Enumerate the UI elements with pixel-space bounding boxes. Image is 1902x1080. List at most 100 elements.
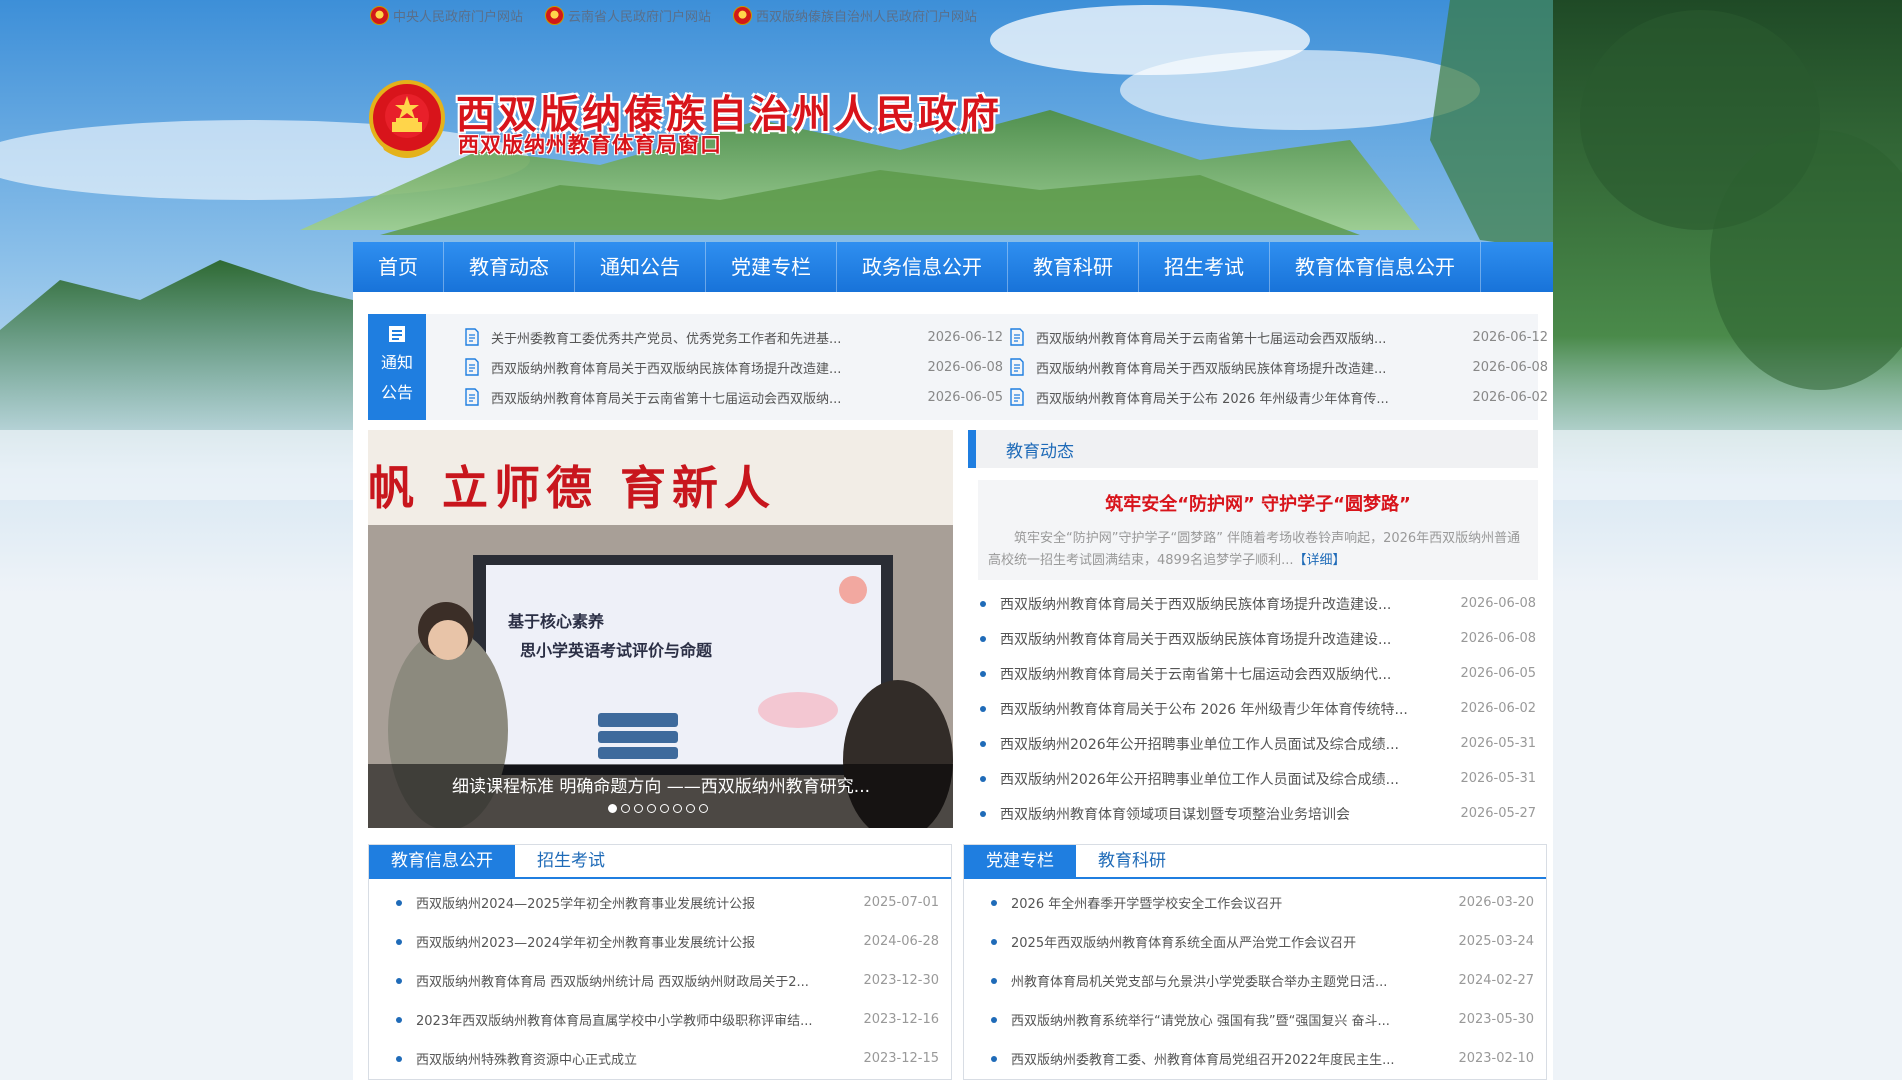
notice-item[interactable]: 西双版纳州教育体育局关于公布 2026 年州级青少年体育传... 2026-06…: [1008, 382, 1548, 412]
list-item-title: 西双版纳州教育系统举行“请党放心 强国有我”暨“强国复兴 奋斗...: [1011, 1014, 1390, 1029]
notice-item[interactable]: 关于州委教育工委优秀共产党员、优秀党务工作者和先进基... 2026-06-12: [463, 322, 1003, 352]
notice-tag-label: 通知公告: [380, 353, 413, 402]
news-item[interactable]: 西双版纳州教育体育局关于公布 2026 年州级青少年体育传统特... 2026-0…: [968, 691, 1538, 726]
list-item[interactable]: 西双版纳州教育系统举行“请党放心 强国有我”暨“强国复兴 奋斗... 2023-0…: [964, 1000, 1546, 1039]
list-item-title: 西双版纳州教育体育局 西双版纳州统计局 西双版纳州财政局关于2...: [416, 975, 809, 990]
main-nav: 首页 教育动态 通知公告 党建专栏 政务信息公开 教育科研 招生考试 教育体育信…: [353, 242, 1553, 292]
tab-admissions[interactable]: 招生考试: [515, 845, 627, 877]
news-item[interactable]: 西双版纳州教育体育局关于云南省第十七届运动会西双版纳代... 2026-06-05: [968, 656, 1538, 691]
news-item[interactable]: 西双版纳州2026年公开招聘事业单位工作人员面试及综合成绩... 2026-05-…: [968, 761, 1538, 796]
notice-date: 2026-06-08: [1472, 359, 1548, 375]
notice-date: 2026-06-08: [927, 359, 1003, 375]
top-link-label: 中央人民政府门户网站: [393, 10, 524, 25]
news-item[interactable]: 西双版纳州教育体育局关于西双版纳民族体育场提升改造建设... 2026-06-08: [968, 621, 1538, 656]
slide-dot[interactable]: [660, 804, 669, 813]
news-header-label[interactable]: 教育动态: [1006, 437, 1074, 462]
news-title: 西双版纳州教育体育局关于西双版纳民族体育场提升改造建设...: [1000, 631, 1392, 648]
notice-item[interactable]: 西双版纳州教育体育局关于西双版纳民族体育场提升改造建... 2026-06-08: [463, 352, 1003, 382]
photo-slideshow[interactable]: 帆 立师德 育新人 基于核心素养 思小学英语考试评价与命题 细读课程标准 明确命…: [368, 430, 953, 828]
slide-dot[interactable]: [634, 804, 643, 813]
party-building-tabs: 党建专栏 教育科研: [964, 845, 1546, 879]
nav-item-education-news[interactable]: 教育动态: [444, 242, 575, 292]
notice-item[interactable]: 西双版纳州教育体育局关于云南省第十七届运动会西双版纳... 2026-06-05: [463, 382, 1003, 412]
news-item[interactable]: 西双版纳州教育体育局关于西双版纳民族体育场提升改造建设... 2026-06-08: [968, 586, 1538, 621]
slide-caption[interactable]: 细读课程标准 明确命题方向 ——西双版纳州教育研究...: [452, 772, 870, 797]
list-item-date: 2023-12-30: [863, 973, 939, 988]
top-link-central-gov[interactable]: 中央人民政府门户网站: [370, 6, 523, 25]
news-date: 2026-06-08: [1460, 596, 1536, 611]
document-icon: [1010, 388, 1024, 406]
notice-title: 关于州委教育工委优秀共产党员、优秀党务工作者和先进基...: [491, 331, 842, 347]
tab-research[interactable]: 教育科研: [1076, 845, 1188, 877]
headline-summary: 筑牢安全“防护网”守护学子“圆梦路” 伴随着考场收卷铃声响起，2026年西双版纳…: [988, 528, 1533, 572]
headline-box: 筑牢安全“防护网” 守护学子“圆梦路” 筑牢安全“防护网”守护学子“圆梦路” 伴…: [978, 480, 1538, 580]
list-item-date: 2023-05-30: [1458, 1012, 1534, 1027]
nav-item-sports-info[interactable]: 教育体育信息公开: [1270, 242, 1481, 292]
list-item[interactable]: 西双版纳州特殊教育资源中心正式成立 2023-12-15: [369, 1039, 951, 1078]
tab-party-building[interactable]: 党建专栏: [964, 845, 1076, 877]
news-list: 西双版纳州教育体育局关于西双版纳民族体育场提升改造建设... 2026-06-08…: [968, 586, 1538, 831]
list-item[interactable]: 西双版纳州2024—2025学年初全州教育事业发展统计公报 2025-07-01: [369, 883, 951, 922]
notice-item[interactable]: 西双版纳州教育体育局关于西双版纳民族体育场提升改造建... 2026-06-08: [1008, 352, 1548, 382]
slide-screen-line2: 思小学英语考试评价与命题: [520, 641, 713, 660]
news-item[interactable]: 西双版纳州教育体育领域项目谋划暨专项整治业务培训会 2026-05-27: [968, 796, 1538, 831]
list-item[interactable]: 2026 年全州春季开学暨学校安全工作会议召开 2026-03-20: [964, 883, 1546, 922]
bullet-icon: [980, 810, 986, 817]
slide-pagination: [608, 804, 708, 813]
notice-bar: 通知公告 关于州委教育工委优秀共产党员、优秀党务工作者和先进基... 2026-…: [368, 314, 1548, 420]
news-date: 2026-06-08: [1460, 631, 1536, 646]
news-title: 西双版纳州教育体育领域项目谋划暨专项整治业务培训会: [1000, 806, 1350, 823]
list-item-title: 西双版纳州2024—2025学年初全州教育事业发展统计公报: [416, 897, 756, 912]
list-item-title: 西双版纳州2023—2024学年初全州教育事业发展统计公报: [416, 936, 756, 951]
bullet-icon: [396, 977, 402, 984]
list-item[interactable]: 西双版纳州委教育工委、州教育体育局党组召开2022年度民主生... 2023-02…: [964, 1039, 1546, 1078]
top-link-yunnan-gov[interactable]: 云南省人民政府门户网站: [545, 6, 711, 25]
list-item[interactable]: 州教育体育局机关党支部与允景洪小学党委联合举办主题党日活... 2024-02-2…: [964, 961, 1546, 1000]
nav-item-party-building[interactable]: 党建专栏: [706, 242, 837, 292]
national-emblem-icon[interactable]: [368, 78, 446, 162]
list-item-title: 西双版纳州委教育工委、州教育体育局党组召开2022年度民主生...: [1011, 1053, 1395, 1068]
tab-education-info[interactable]: 教育信息公开: [369, 845, 515, 877]
emblem-icon: [370, 6, 389, 25]
top-links-bar: 中央人民政府门户网站 云南省人民政府门户网站 西双版纳傣族自治州人民政府门户网站: [370, 6, 977, 25]
news-title: 西双版纳州教育体育局关于公布 2026 年州级青少年体育传统特...: [1000, 701, 1408, 718]
nav-item-admissions[interactable]: 招生考试: [1139, 242, 1270, 292]
list-item-date: 2024-02-27: [1458, 973, 1534, 988]
notice-list-left: 关于州委教育工委优秀共产党员、优秀党务工作者和先进基... 2026-06-12…: [463, 322, 1003, 412]
notice-item[interactable]: 西双版纳州教育体育局关于云南省第十七届运动会西双版纳... 2026-06-12: [1008, 322, 1548, 352]
bullet-icon: [980, 635, 986, 642]
top-link-xsbn-gov[interactable]: 西双版纳傣族自治州人民政府门户网站: [733, 6, 977, 25]
slide-screen-line1: 基于核心素养: [508, 612, 605, 631]
news-title: 西双版纳州2026年公开招聘事业单位工作人员面试及综合成绩...: [1000, 771, 1399, 788]
notice-date: 2026-06-05: [927, 389, 1003, 405]
list-item[interactable]: 西双版纳州教育体育局 西双版纳州统计局 西双版纳州财政局关于2... 2023-1…: [369, 961, 951, 1000]
nav-item-home[interactable]: 首页: [353, 242, 444, 292]
bullet-icon: [991, 899, 997, 906]
party-building-list: 2026 年全州春季开学暨学校安全工作会议召开 2026-03-20 2025年西…: [964, 879, 1546, 1078]
education-news-panel: 教育动态 筑牢安全“防护网” 守护学子“圆梦路” 筑牢安全“防护网”守护学子“圆…: [968, 430, 1538, 831]
document-icon: [1010, 328, 1024, 346]
nav-item-research[interactable]: 教育科研: [1008, 242, 1139, 292]
slide-dot[interactable]: [699, 804, 708, 813]
notice-tag[interactable]: 通知公告: [368, 314, 426, 420]
headline-title[interactable]: 筑牢安全“防护网” 守护学子“圆梦路”: [978, 490, 1538, 516]
slide-dot[interactable]: [608, 804, 617, 813]
list-item[interactable]: 2025年西双版纳州教育体育系统全面从严治党工作会议召开 2025-03-24: [964, 922, 1546, 961]
slide-dot[interactable]: [647, 804, 656, 813]
slide-dot[interactable]: [686, 804, 695, 813]
nav-item-notices[interactable]: 通知公告: [575, 242, 706, 292]
slide-dot[interactable]: [673, 804, 682, 813]
list-item[interactable]: 2023年西双版纳州教育体育局直属学校中小学教师中级职称评审结... 2023-1…: [369, 1000, 951, 1039]
notice-date: 2026-06-12: [927, 329, 1003, 345]
news-item[interactable]: 西双版纳州2026年公开招聘事业单位工作人员面试及综合成绩... 2026-05-…: [968, 726, 1538, 761]
nav-item-government-info[interactable]: 政务信息公开: [837, 242, 1008, 292]
bullet-icon: [991, 1016, 997, 1023]
notice-title: 西双版纳州教育体育局关于公布 2026 年州级青少年体育传...: [1036, 391, 1389, 407]
notice-title: 西双版纳州教育体育局关于云南省第十七届运动会西双版纳...: [1036, 331, 1387, 347]
notice-date: 2026-06-02: [1472, 389, 1548, 405]
headline-more-link[interactable]: 【详细】: [1293, 553, 1345, 568]
slide-dot[interactable]: [621, 804, 630, 813]
list-item[interactable]: 西双版纳州2023—2024学年初全州教育事业发展统计公报 2024-06-28: [369, 922, 951, 961]
emblem-icon: [545, 6, 565, 25]
bullet-icon: [396, 1016, 402, 1023]
